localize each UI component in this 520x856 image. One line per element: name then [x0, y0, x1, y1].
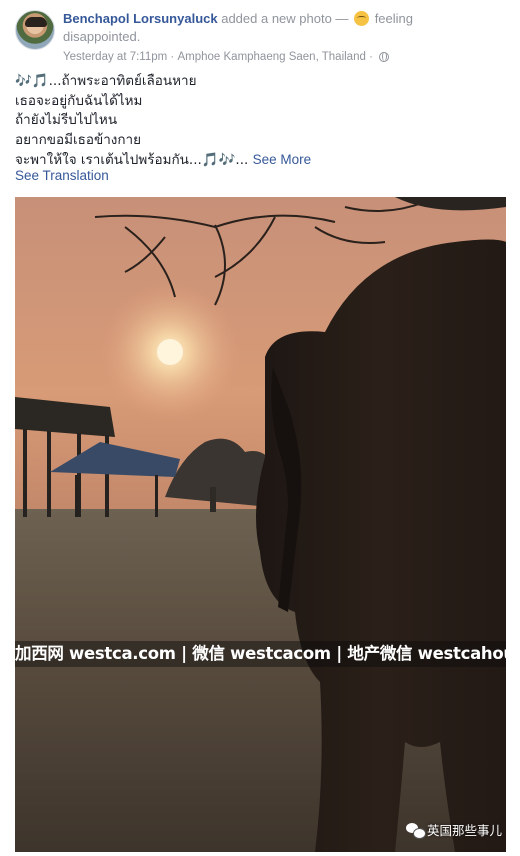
- caption-line-3: ถ้ายังไม่รีบไปไหน: [15, 112, 118, 128]
- author-avatar[interactable]: [15, 10, 55, 50]
- post-headline: Benchapol Lorsunyaluck added a new photo…: [63, 10, 503, 46]
- post-photo[interactable]: 加西网 westca.com | 微信 westcacom | 地产微信 wes…: [15, 197, 506, 852]
- disappointed-face-icon: [354, 11, 370, 26]
- post-action-text: added a new photo —: [221, 11, 349, 26]
- shed-post-2: [47, 431, 51, 517]
- shed-post-1: [23, 429, 27, 517]
- feeling-label: feeling: [374, 11, 413, 26]
- tree-trunk: [210, 487, 216, 512]
- caption-ellipsis: ...: [235, 152, 249, 168]
- music-notes-emoji-end: 🎵🎶: [201, 152, 236, 168]
- hut-post-1: [75, 475, 78, 517]
- sun: [157, 339, 183, 365]
- feeling-value: disappointed.: [63, 29, 141, 44]
- caption-line-1: 🎶🎵...ถ้าพระอาทิตย์เลือนหาย: [15, 72, 505, 92]
- wechat-icon: [405, 823, 426, 839]
- wechat-badge-label: 英国那些事儿: [426, 823, 502, 838]
- caption-line-4: อยากขอมีเธอข้างกาย: [15, 131, 142, 148]
- music-notes-emoji: 🎶🎵: [15, 73, 49, 89]
- meta-separator: ·: [170, 51, 175, 63]
- author-name-link[interactable]: Benchapol Lorsunyaluck: [63, 11, 218, 26]
- caption-text-1: ...ถ้าพระอาทิตย์เลือนหาย: [48, 73, 197, 89]
- blue-roof: [50, 442, 180, 477]
- post-timestamp[interactable]: Yesterday at 7:11pm: [63, 51, 167, 63]
- facebook-post: Benchapol Lorsunyaluck added a new photo…: [0, 0, 520, 856]
- caption-line-2: เธอจะอยู่กับฉันได้ไหม: [15, 92, 143, 109]
- see-more-link[interactable]: See More: [253, 152, 312, 167]
- globe-icon[interactable]: [379, 52, 390, 62]
- watermark-banner: 加西网 westca.com | 微信 westcacom | 地产微信 wes…: [15, 641, 506, 667]
- sunset-elephant-scene: [15, 197, 506, 852]
- post-caption: 🎶🎵...ถ้าพระอาทิตย์เลือนหาย เธอจะอยู่กับฉ…: [15, 72, 505, 171]
- meta-separator-2: ·: [369, 51, 373, 63]
- caption-text-5: จะพาให้ใจ เราเต้นไปพร้อมกัน...: [15, 152, 202, 168]
- post-location[interactable]: Amphoe Kamphaeng Saen, Thailand: [177, 51, 365, 63]
- see-translation-link[interactable]: See Translation: [15, 168, 109, 183]
- post-meta: Yesterday at 7:11pm · Amphoe Kamphaeng S…: [63, 51, 390, 63]
- wechat-badge: 英国那些事儿: [405, 820, 502, 842]
- foliage: [395, 197, 506, 211]
- post-header: Benchapol Lorsunyaluck added a new photo…: [15, 8, 505, 64]
- hut-post-2: [155, 475, 158, 517]
- shed-roof: [15, 397, 115, 437]
